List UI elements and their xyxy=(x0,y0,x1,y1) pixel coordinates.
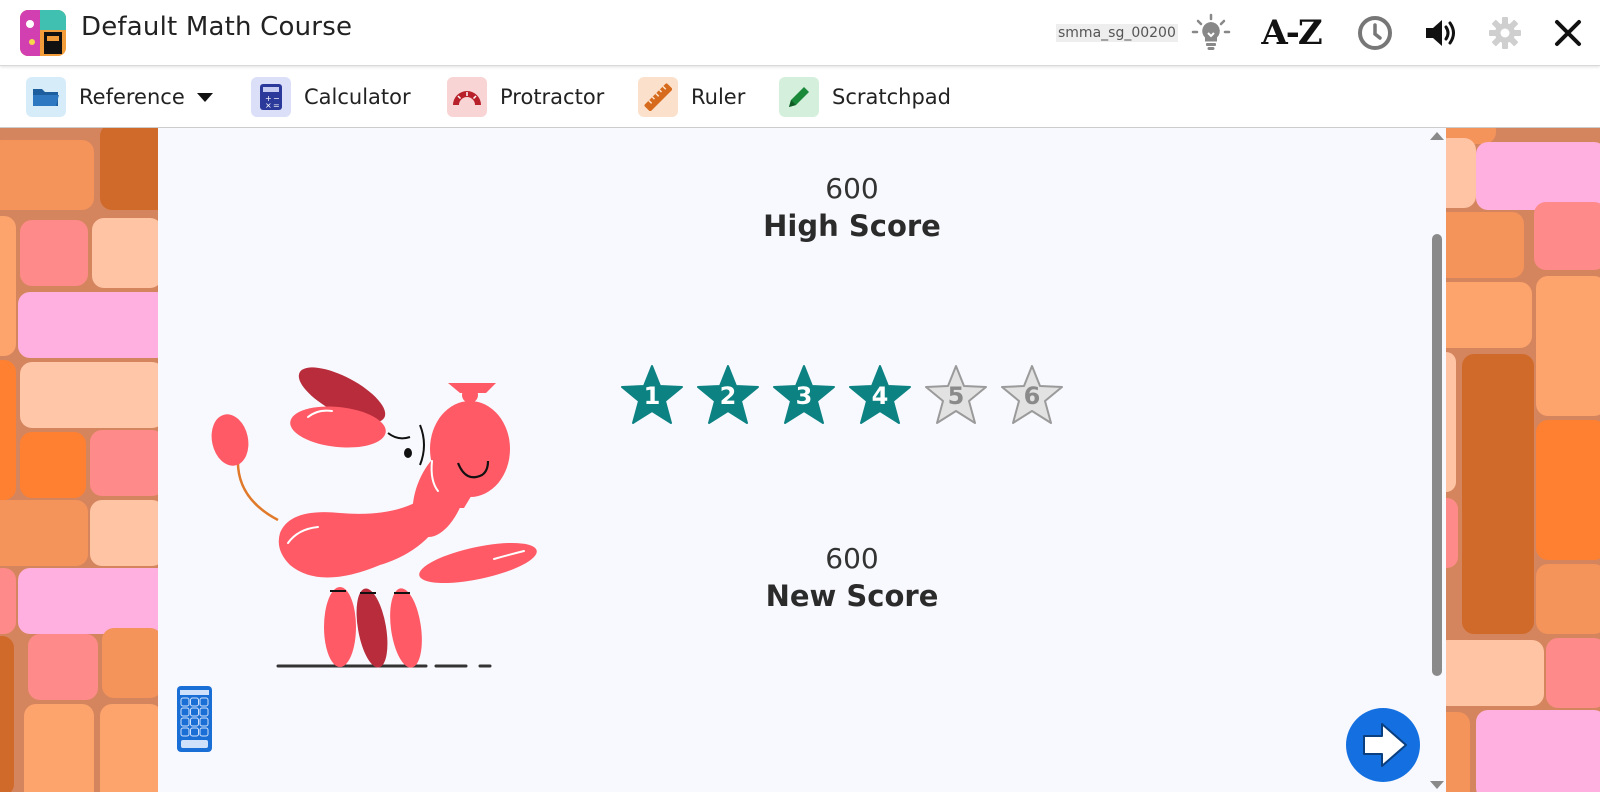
star-number: 3 xyxy=(795,382,813,410)
protractor-tool[interactable]: Protractor xyxy=(447,77,604,117)
scrollbar-thumb[interactable] xyxy=(1432,234,1442,676)
star-number: 1 xyxy=(643,382,661,410)
scroll-up-arrow[interactable] xyxy=(1430,132,1444,140)
new-score-label: New Score xyxy=(765,579,939,613)
star-unearned-icon: 6 xyxy=(1000,364,1064,426)
protractor-label: Protractor xyxy=(500,85,605,109)
ruler-label: Ruler xyxy=(691,85,746,109)
volume-icon[interactable] xyxy=(1423,10,1459,56)
high-score-value: 600 xyxy=(825,172,879,205)
calculator-tool[interactable]: + − × = Calculator xyxy=(251,77,411,117)
star-number: 5 xyxy=(947,382,965,410)
reference-menu[interactable]: Reference xyxy=(26,77,213,117)
star-earned-icon: 1 xyxy=(620,364,684,426)
new-score-block: 600 New Score xyxy=(652,542,1052,613)
tools-bar: Reference + − × = Calculator Protractor xyxy=(0,67,1600,128)
star-earned-icon: 3 xyxy=(772,364,836,426)
lightbulb-icon[interactable] xyxy=(1190,10,1232,56)
right-brick-background xyxy=(1446,128,1600,792)
calculator-icon: + − × = xyxy=(251,77,291,117)
user-id: smma_sg_00200 xyxy=(1056,24,1178,42)
scratchpad-tool[interactable]: Scratchpad xyxy=(779,77,951,117)
next-button[interactable] xyxy=(1346,708,1420,782)
glossary-az-icon[interactable]: A-Z xyxy=(1256,10,1326,56)
ruler-icon xyxy=(638,77,678,117)
star-number: 6 xyxy=(1023,382,1041,410)
close-icon[interactable] xyxy=(1552,10,1584,56)
star-earned-icon: 2 xyxy=(696,364,760,426)
svg-text:×: × xyxy=(265,101,272,110)
calculator-label: Calculator xyxy=(304,85,411,109)
pencil-icon xyxy=(779,77,819,117)
ruler-tool[interactable]: Ruler xyxy=(638,77,745,117)
scratchpad-label: Scratchpad xyxy=(832,85,951,109)
high-score-label: High Score xyxy=(763,209,941,243)
high-score-block: 600 High Score xyxy=(652,172,1052,243)
results-panel: 600 High Score 1 2 3 4 5 6 600 New Score xyxy=(158,128,1446,792)
svg-text:=: = xyxy=(273,101,280,110)
chevron-down-icon xyxy=(196,92,213,102)
top-bar: Default Math Course smma_sg_00200 A-Z xyxy=(0,0,1600,66)
reference-label: Reference xyxy=(79,85,185,109)
course-title: Default Math Course xyxy=(81,12,353,42)
star-unearned-icon: 5 xyxy=(924,364,988,426)
folder-icon xyxy=(26,77,66,117)
settings-icon[interactable] xyxy=(1487,10,1523,56)
course-logo xyxy=(20,10,66,56)
timer-icon[interactable] xyxy=(1355,10,1395,56)
star-earned-icon: 4 xyxy=(848,364,912,426)
new-score-value: 600 xyxy=(825,542,879,575)
numpad-icon[interactable] xyxy=(177,686,212,752)
arrow-right-icon xyxy=(1363,723,1407,767)
star-number: 2 xyxy=(719,382,737,410)
star-number: 4 xyxy=(871,382,889,410)
balloon-dog-illustration xyxy=(208,353,543,673)
scroll-down-arrow[interactable] xyxy=(1430,781,1444,789)
protractor-icon xyxy=(447,77,487,117)
star-rating: 1 2 3 4 5 6 xyxy=(620,364,1076,426)
left-brick-background xyxy=(0,128,158,792)
